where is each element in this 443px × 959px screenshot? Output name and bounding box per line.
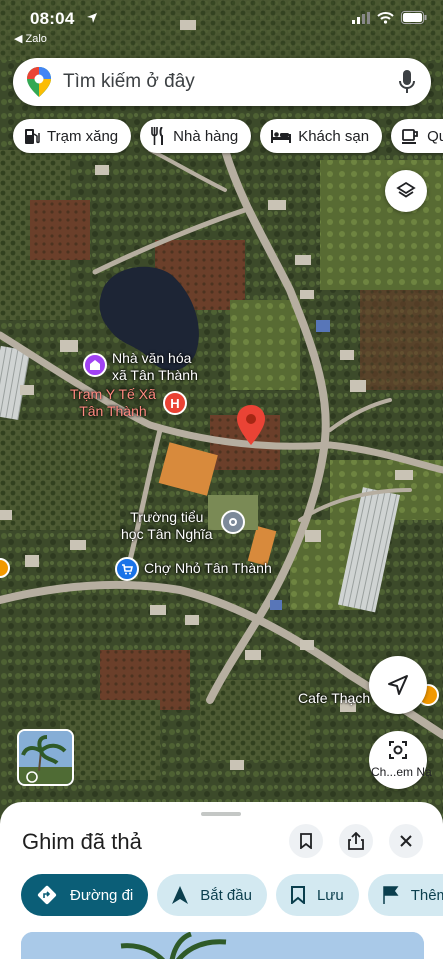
search-bar[interactable]: Tìm kiếm ở đây [13,58,431,106]
layers-icon [396,181,416,198]
chip-label: Trạm xăng [47,127,119,145]
add-label-button[interactable]: Thêm nhãn [367,874,443,916]
start-label: Bắt đầu [200,886,252,904]
battery-icon [401,11,427,24]
school-poi-icon[interactable] [221,510,245,534]
cellular-signal-icon [352,11,370,24]
hotel-icon [271,129,292,143]
place-photo[interactable] [21,932,424,959]
chip-label: Khách sạn [298,127,370,145]
status-time: 08:04 [30,9,75,28]
sheet-title: Ghim đã thả [22,829,142,854]
my-location-button[interactable] [369,656,427,714]
street-view-thumbnail[interactable] [17,729,74,786]
wifi-icon [377,11,394,24]
save-label: Lưu [316,886,344,904]
status-bar: 08:04 ◀ Zalo [0,0,443,50]
share-button[interactable] [339,824,373,858]
restaurant-icon [151,127,164,145]
chip-label: Quán [427,127,443,145]
camera-lens-icon [389,741,407,759]
cafe-icon [402,129,418,144]
directions-button[interactable]: Đường đi [21,874,149,916]
save-button[interactable]: Lưu [275,874,359,916]
action-buttons-row: Đường đi Bắt đầu Lưu Thêm nhãn [21,874,443,916]
map-screen: { "status_bar": {"time": "08:04", "back_… [0,0,443,959]
chip-cafe[interactable]: Quán [391,119,443,153]
place-photo-image [21,932,424,959]
share-icon [348,832,364,850]
dropped-pin-icon[interactable] [237,405,265,445]
save-bookmark-button[interactable] [289,824,323,858]
lens-button-label: Ch...em Nạ [371,765,432,779]
directions-label: Đường đi [70,886,134,904]
culture-house-poi-icon[interactable] [83,353,107,377]
close-icon [400,835,412,847]
culture-house-label[interactable]: Nhà văn hóa xã Tân Thành [112,350,198,384]
chip-gas-station[interactable]: Trạm xăng [13,119,132,153]
bookmark-icon [290,886,305,904]
chip-label: Nhà hàng [173,127,239,145]
bookmark-icon [300,833,312,849]
directions-icon [37,885,57,905]
market-label[interactable]: Chợ Nhỏ Tân Thành [144,560,272,577]
gas-station-icon [25,128,40,144]
flag-icon [382,886,399,904]
close-button[interactable] [389,824,423,858]
navigation-arrow-icon [388,675,408,695]
back-to-zalo-link[interactable]: ◀ Zalo [14,32,47,45]
lens-search-button[interactable]: Ch...em Nạ [369,731,432,789]
place-bottom-sheet[interactable]: Ghim đã thả Đường đi Bắt đầu Lưu Thêm nh… [0,802,443,959]
street-view-photo [19,731,72,784]
layers-button[interactable] [385,170,427,212]
market-poi-icon[interactable] [115,557,139,581]
location-arrow-icon [87,13,97,23]
health-station-poi-icon[interactable]: H [163,391,187,415]
start-button[interactable]: Bắt đầu [157,874,267,916]
chip-restaurant[interactable]: Nhà hàng [140,119,252,153]
microphone-icon[interactable] [399,70,415,94]
school-label[interactable]: Trường tiểu học Tân Nghĩa [121,509,213,543]
add-label-label: Thêm nhãn [410,886,443,904]
cafe-label[interactable]: Cafe Thạch [298,690,370,707]
chip-hotel[interactable]: Khách sạn [260,119,383,153]
google-maps-pin-icon [27,67,51,97]
health-station-label[interactable]: Trạm Y Tế Xã Tân Thành [70,386,156,420]
sheet-drag-handle[interactable] [201,812,241,816]
navigation-arrow-icon [172,886,189,904]
search-input[interactable]: Tìm kiếm ở đây [63,71,195,93]
category-chips: Trạm xăng Nhà hàng Khách sạn Quán [13,119,443,153]
